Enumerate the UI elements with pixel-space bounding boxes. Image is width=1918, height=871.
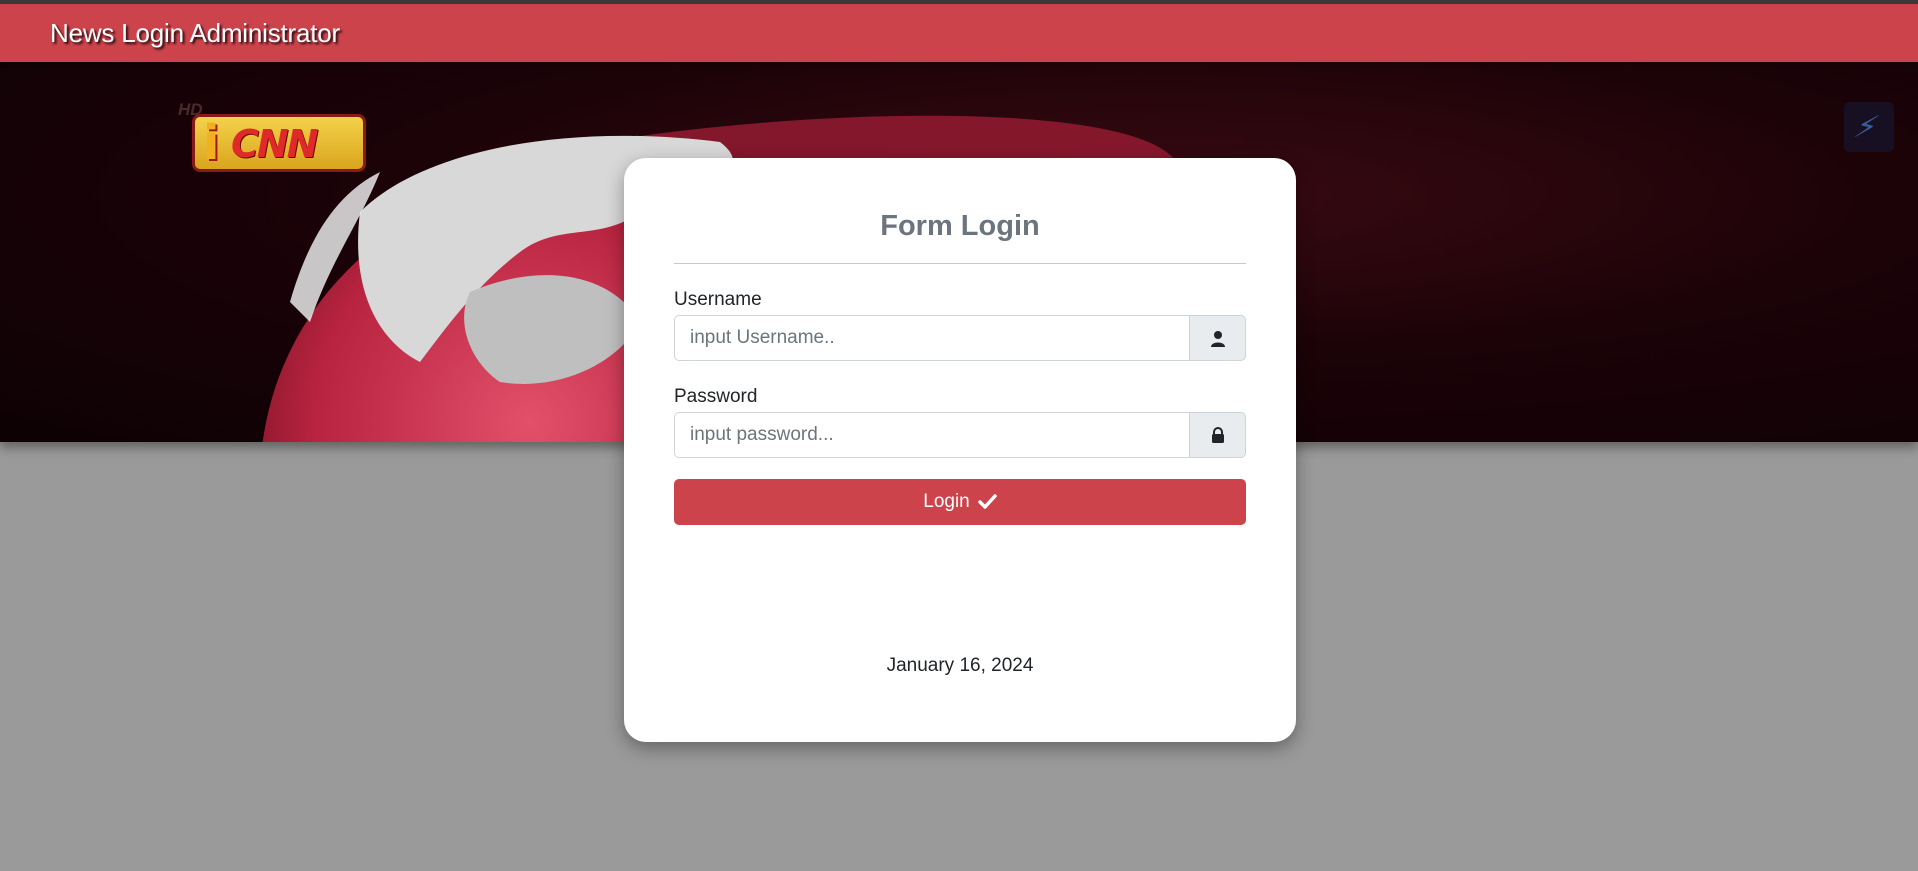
password-group — [674, 412, 1246, 458]
lock-icon — [1211, 427, 1224, 443]
username-group — [674, 315, 1246, 361]
corner-widget[interactable]: ⚡ — [1844, 102, 1894, 152]
form-title: Form Login — [880, 210, 1040, 242]
lightning-icon: ⚡ — [1849, 111, 1884, 144]
navbar-brand[interactable]: News Login Administrator — [50, 18, 340, 49]
password-input[interactable] — [674, 412, 1190, 458]
login-button[interactable]: Login — [674, 479, 1246, 525]
login-button-label: Login — [923, 491, 970, 512]
navbar: News Login Administrator — [0, 4, 1918, 62]
username-label: Username — [674, 289, 762, 310]
channel-logo: i CNN — [192, 114, 366, 172]
title-divider — [674, 263, 1246, 264]
password-addon — [1189, 412, 1246, 458]
user-icon — [1210, 330, 1225, 347]
login-card: Form Login Username Password Login Janua… — [624, 158, 1296, 742]
logo-i-letter: i — [203, 115, 220, 171]
username-input[interactable] — [674, 315, 1190, 361]
password-label: Password — [674, 386, 758, 407]
check-icon — [978, 494, 997, 509]
current-date: January 16, 2024 — [886, 655, 1034, 676]
username-addon — [1189, 315, 1246, 361]
logo-text: CNN — [231, 122, 318, 166]
